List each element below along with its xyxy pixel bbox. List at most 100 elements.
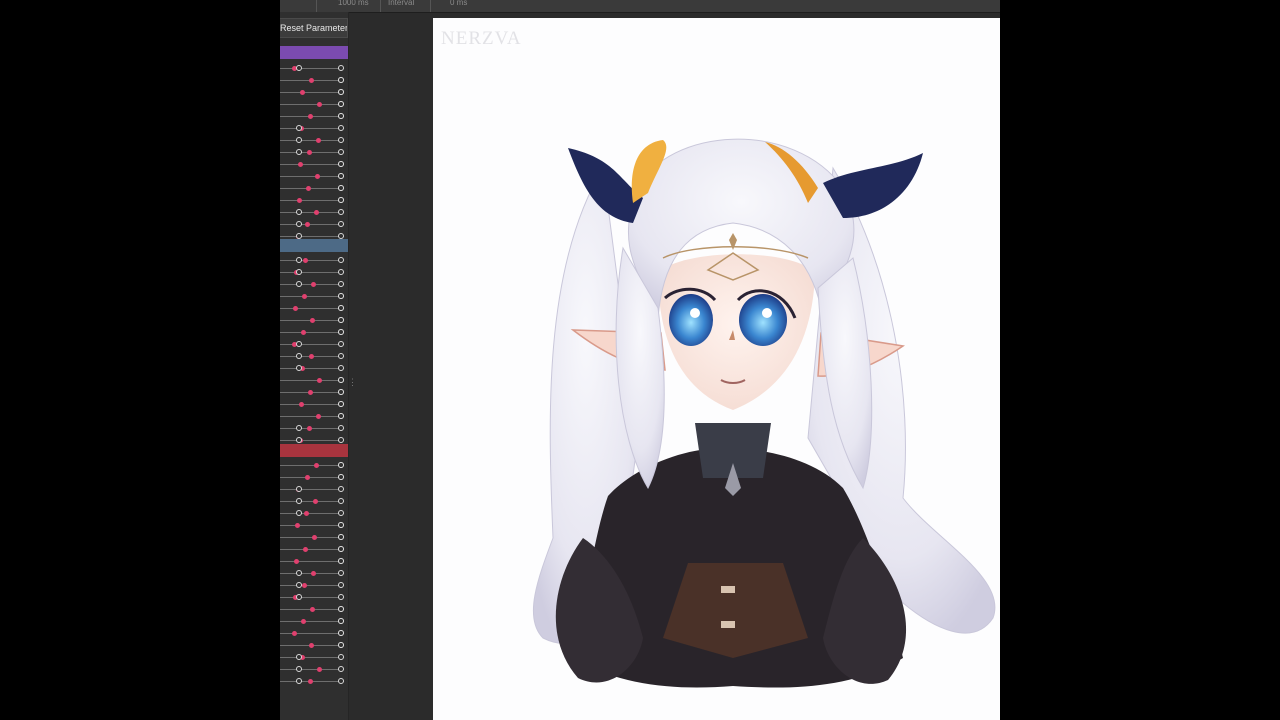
slider-end-knob[interactable] (338, 377, 344, 383)
parameter-slider[interactable] (280, 509, 348, 519)
slider-end-knob[interactable] (338, 89, 344, 95)
parameter-slider[interactable] (280, 172, 348, 182)
parameter-slider[interactable] (280, 412, 348, 422)
keyframe-marker[interactable] (298, 162, 303, 167)
parameter-slider[interactable] (280, 533, 348, 543)
slider-knob[interactable] (296, 365, 302, 371)
keyframe-marker[interactable] (309, 78, 314, 83)
parameter-slider[interactable] (280, 292, 348, 302)
parameter-slider[interactable] (280, 112, 348, 122)
parameter-slider[interactable] (280, 461, 348, 471)
slider-knob[interactable] (296, 486, 302, 492)
parameter-slider[interactable] (280, 220, 348, 230)
parameter-slider[interactable] (280, 88, 348, 98)
keyframe-marker[interactable] (309, 354, 314, 359)
keyframe-marker[interactable] (315, 174, 320, 179)
keyframe-marker[interactable] (307, 150, 312, 155)
slider-end-knob[interactable] (338, 125, 344, 131)
parameter-slider[interactable] (280, 316, 348, 326)
slider-knob[interactable] (296, 594, 302, 600)
keyframe-marker[interactable] (316, 138, 321, 143)
keyframe-marker[interactable] (311, 571, 316, 576)
parameter-slider[interactable] (280, 473, 348, 483)
keyframe-marker[interactable] (300, 90, 305, 95)
parameter-slider[interactable] (280, 485, 348, 495)
slider-end-knob[interactable] (338, 666, 344, 672)
parameter-slider[interactable] (280, 400, 348, 410)
slider-end-knob[interactable] (338, 654, 344, 660)
slider-end-knob[interactable] (338, 642, 344, 648)
slider-end-knob[interactable] (338, 353, 344, 359)
slider-end-knob[interactable] (338, 281, 344, 287)
slider-end-knob[interactable] (338, 618, 344, 624)
slider-knob[interactable] (296, 257, 302, 263)
parameter-slider[interactable] (280, 64, 348, 74)
keyframe-marker[interactable] (301, 619, 306, 624)
parameter-slider[interactable] (280, 136, 348, 146)
parameter-slider[interactable] (280, 304, 348, 314)
keyframe-marker[interactable] (307, 426, 312, 431)
keyframe-marker[interactable] (293, 306, 298, 311)
slider-end-knob[interactable] (338, 425, 344, 431)
slider-knob[interactable] (296, 498, 302, 504)
keyframe-marker[interactable] (317, 667, 322, 672)
parameter-slider[interactable] (280, 545, 348, 555)
slider-end-knob[interactable] (338, 173, 344, 179)
keyframe-marker[interactable] (308, 390, 313, 395)
slider-end-knob[interactable] (338, 498, 344, 504)
parameter-slider[interactable] (280, 364, 348, 374)
parameter-slider[interactable] (280, 196, 348, 206)
parameter-slider[interactable] (280, 340, 348, 350)
slider-end-knob[interactable] (338, 570, 344, 576)
slider-end-knob[interactable] (338, 606, 344, 612)
parameter-group-header-blue[interactable] (280, 239, 348, 252)
parameter-slider[interactable] (280, 521, 348, 531)
slider-knob[interactable] (296, 281, 302, 287)
slider-end-knob[interactable] (338, 546, 344, 552)
slider-end-knob[interactable] (338, 474, 344, 480)
slider-end-knob[interactable] (338, 293, 344, 299)
parameter-slider[interactable] (280, 677, 348, 687)
parameter-slider[interactable] (280, 268, 348, 278)
parameter-slider[interactable] (280, 280, 348, 290)
slider-knob[interactable] (296, 137, 302, 143)
parameter-slider[interactable] (280, 376, 348, 386)
slider-end-knob[interactable] (338, 317, 344, 323)
keyframe-marker[interactable] (304, 511, 309, 516)
parameter-slider[interactable] (280, 581, 348, 591)
keyframe-marker[interactable] (312, 535, 317, 540)
slider-end-knob[interactable] (338, 113, 344, 119)
keyframe-marker[interactable] (306, 186, 311, 191)
parameter-slider[interactable] (280, 497, 348, 507)
slider-knob[interactable] (296, 269, 302, 275)
parameter-slider[interactable] (280, 352, 348, 362)
keyframe-marker[interactable] (302, 294, 307, 299)
parameter-slider[interactable] (280, 148, 348, 158)
keyframe-marker[interactable] (310, 318, 315, 323)
slider-end-knob[interactable] (338, 462, 344, 468)
parameter-slider[interactable] (280, 208, 348, 218)
slider-end-knob[interactable] (338, 197, 344, 203)
slider-end-knob[interactable] (338, 77, 344, 83)
keyframe-marker[interactable] (302, 583, 307, 588)
slider-knob[interactable] (296, 125, 302, 131)
slider-end-knob[interactable] (338, 630, 344, 636)
panel-splitter-handle[interactable]: ⋮ (348, 377, 357, 389)
keyframe-marker[interactable] (313, 499, 318, 504)
slider-knob[interactable] (296, 654, 302, 660)
parameter-group-header-purple[interactable] (280, 46, 348, 59)
slider-end-knob[interactable] (338, 582, 344, 588)
parameter-slider[interactable] (280, 160, 348, 170)
reset-parameters-button[interactable]: Reset Parameter to Default (280, 18, 348, 38)
slider-end-knob[interactable] (338, 257, 344, 263)
keyframe-marker[interactable] (316, 414, 321, 419)
slider-end-knob[interactable] (338, 101, 344, 107)
parameter-slider[interactable] (280, 605, 348, 615)
keyframe-marker[interactable] (295, 523, 300, 528)
keyframe-marker[interactable] (310, 607, 315, 612)
slider-end-knob[interactable] (338, 149, 344, 155)
slider-end-knob[interactable] (338, 558, 344, 564)
keyframe-marker[interactable] (305, 475, 310, 480)
keyframe-marker[interactable] (303, 258, 308, 263)
parameter-slider[interactable] (280, 124, 348, 134)
